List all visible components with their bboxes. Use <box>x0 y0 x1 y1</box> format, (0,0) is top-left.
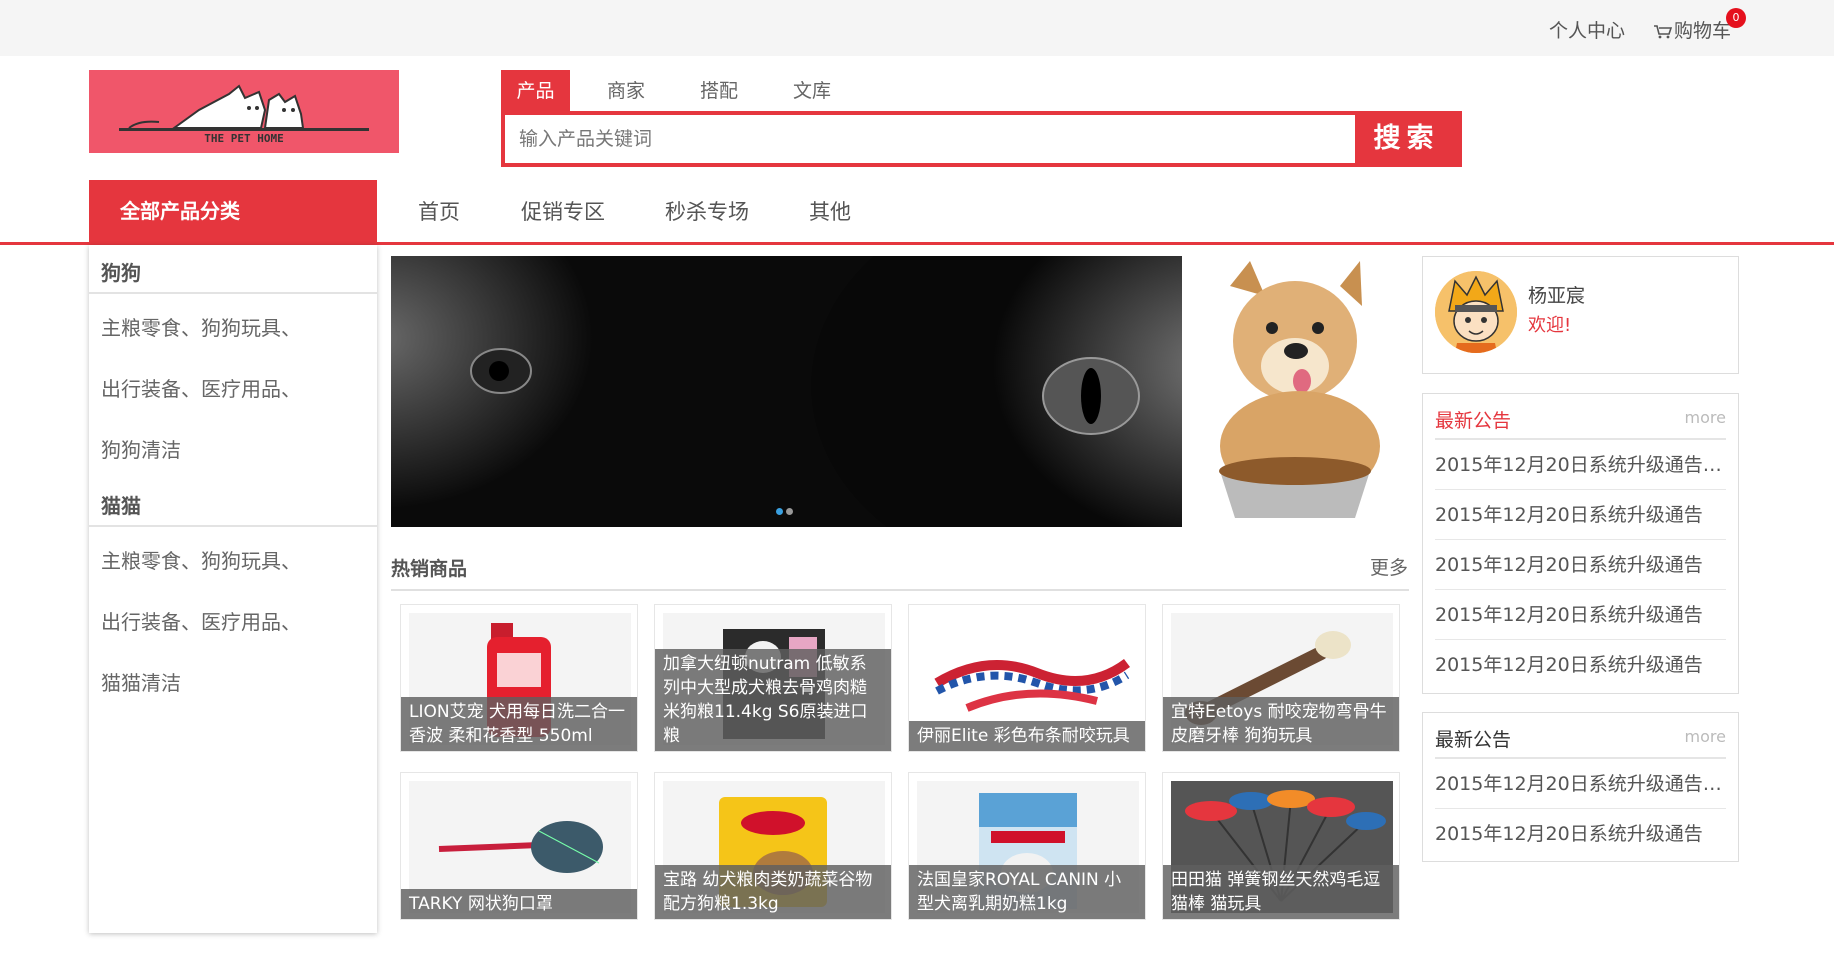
dog-cat-banner-image <box>391 256 1182 527</box>
hot-products-more-link[interactable]: 更多 <box>1370 553 1408 580</box>
notice-item[interactable]: 2015年12月20日系统升级通告 <box>1435 490 1726 540</box>
notice-title: 最新公告 <box>1435 410 1512 432</box>
user-welcome: 欢迎! <box>1528 315 1572 336</box>
product-name: 田田猫 弹簧钢丝天然鸡毛逗猫棒 猫玩具 <box>1163 865 1399 919</box>
product-card[interactable]: LION艾宠 犬用每日洗二合一香波 柔和花香型 550ml <box>400 604 638 752</box>
category-item[interactable]: 出行装备、医疗用品、 <box>101 373 301 402</box>
notice-item[interactable]: 2015年12月20日系统升级通告 <box>1435 640 1726 690</box>
product-card[interactable]: TARKY 网状狗口罩 <box>400 772 638 920</box>
hero-banner[interactable] <box>391 256 1182 527</box>
notice-more-link[interactable]: more <box>1685 408 1726 427</box>
search-box: 搜索 <box>501 111 1462 167</box>
category-item[interactable]: 猫猫清洁 <box>101 667 181 696</box>
carousel-dots <box>776 500 796 519</box>
product-card[interactable]: 宝路 幼犬粮肉类奶蔬菜谷物配方狗粮1.3kg <box>654 772 892 920</box>
carousel-dot-active[interactable] <box>776 508 783 515</box>
category-list: 狗狗 主粮零食、狗狗玩具、 出行装备、医疗用品、 狗狗清洁 猫猫 主粮零食、狗狗… <box>89 245 377 933</box>
nav-other[interactable]: 其他 <box>809 196 851 226</box>
category-item[interactable]: 狗狗清洁 <box>101 434 181 463</box>
category-divider <box>89 525 377 527</box>
notice-panel-2: 最新公告 more 2015年12月20日系统升级通告系统升级 2015年12月… <box>1422 712 1739 862</box>
search-tab-library[interactable]: 文库 <box>777 70 847 112</box>
notice-title: 最新公告 <box>1435 729 1512 751</box>
dog-food-ad[interactable] <box>1190 256 1405 531</box>
cart-link[interactable]: 购物车 <box>1654 16 1731 43</box>
nav-flash-sale[interactable]: 秒杀专场 <box>665 196 749 226</box>
notice-panel: 最新公告 more 2015年12月20日系统升级通告系统升级 2015年12月… <box>1422 393 1739 694</box>
puppy-with-bowl-image <box>1190 256 1405 531</box>
all-categories-header[interactable]: 全部产品分类 <box>89 180 377 242</box>
account-link[interactable]: 个人中心 <box>1549 16 1625 43</box>
pet-home-logo-graphic: THE PET HOME <box>119 84 369 145</box>
product-name: 宝路 幼犬粮肉类奶蔬菜谷物配方狗粮1.3kg <box>655 865 891 919</box>
product-card[interactable]: 加拿大纽顿nutram 低敏系列中大型成犬粮去骨鸡肉糙米狗粮11.4kg S6原… <box>654 604 892 752</box>
search-tab-match[interactable]: 搭配 <box>684 70 754 112</box>
product-name: 加拿大纽顿nutram 低敏系列中大型成犬粮去骨鸡肉糙米狗粮11.4kg S6原… <box>655 649 891 751</box>
site-logo[interactable]: THE PET HOME <box>89 70 399 153</box>
notice-item[interactable]: 2015年12月20日系统升级通告 <box>1435 540 1726 590</box>
user-panel: 杨亚宸 欢迎! <box>1422 256 1739 374</box>
category-item[interactable]: 主粮零食、狗狗玩具、 <box>101 312 301 341</box>
notice-item[interactable]: 2015年12月20日系统升级通告系统升级 <box>1435 759 1726 809</box>
category-title-dog[interactable]: 狗狗 <box>101 257 141 286</box>
user-name: 杨亚宸 <box>1528 285 1586 307</box>
search-button[interactable]: 搜索 <box>1355 111 1458 167</box>
hot-products-divider <box>391 589 1409 591</box>
product-card[interactable]: 伊丽Elite 彩色布条耐咬玩具 <box>908 604 1146 752</box>
product-name: LION艾宠 犬用每日洗二合一香波 柔和花香型 550ml <box>401 697 637 751</box>
cart-count-badge: 0 <box>1726 8 1746 28</box>
search-input[interactable] <box>505 115 1363 163</box>
nav-promotions[interactable]: 促销专区 <box>521 196 605 226</box>
category-item[interactable]: 主粮零食、狗狗玩具、 <box>101 545 301 574</box>
search-tab-product[interactable]: 产品 <box>501 70 570 112</box>
logo-text: THE PET HOME <box>204 132 283 145</box>
avatar[interactable] <box>1435 271 1517 353</box>
notice-more-link[interactable]: more <box>1685 727 1726 746</box>
category-divider <box>89 292 377 294</box>
cart-label: 购物车 <box>1674 20 1732 42</box>
product-card[interactable]: 田田猫 弹簧钢丝天然鸡毛逗猫棒 猫玩具 <box>1162 772 1400 920</box>
notice-item[interactable]: 2015年12月20日系统升级通告 <box>1435 590 1726 640</box>
product-card[interactable]: 宜特Eetoys 耐咬宠物弯骨牛皮磨牙棒 狗狗玩具 <box>1162 604 1400 752</box>
cart-icon <box>1654 24 1672 38</box>
search-tab-merchant[interactable]: 商家 <box>591 70 661 112</box>
product-name: 宜特Eetoys 耐咬宠物弯骨牛皮磨牙棒 狗狗玩具 <box>1163 697 1399 751</box>
product-name: TARKY 网状狗口罩 <box>401 889 637 919</box>
product-name: 法国皇家ROYAL CANIN 小型犬离乳期奶糕1kg <box>909 865 1145 919</box>
category-item[interactable]: 出行装备、医疗用品、 <box>101 606 301 635</box>
notice-item[interactable]: 2015年12月20日系统升级通告系统升级 <box>1435 440 1726 490</box>
product-name: 伊丽Elite 彩色布条耐咬玩具 <box>909 721 1145 751</box>
notice-item[interactable]: 2015年12月20日系统升级通告 <box>1435 809 1726 859</box>
nav-home[interactable]: 首页 <box>418 196 460 226</box>
hot-products-title: 热销商品 <box>391 558 468 580</box>
carousel-dot[interactable] <box>786 508 793 515</box>
top-bar: 个人中心 购物车 0 <box>0 0 1834 56</box>
category-title-cat[interactable]: 猫猫 <box>101 490 141 519</box>
product-card[interactable]: 法国皇家ROYAL CANIN 小型犬离乳期奶糕1kg <box>908 772 1146 920</box>
